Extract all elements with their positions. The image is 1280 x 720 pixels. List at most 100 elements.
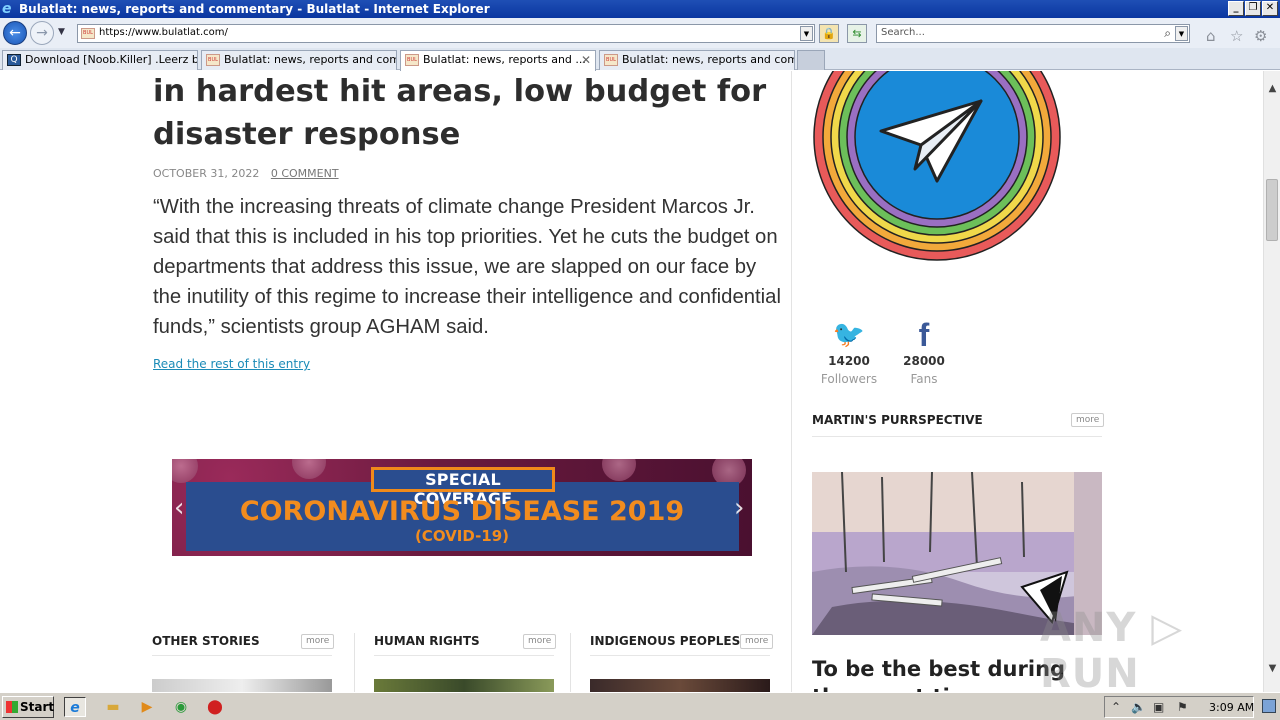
- address-dropdown-icon[interactable]: ▼: [800, 26, 813, 41]
- comment-count-link[interactable]: 0 COMMENT: [271, 167, 339, 180]
- chrome-icon[interactable]: ◉: [170, 697, 192, 717]
- start-label: Start: [20, 700, 55, 714]
- facebook-f-icon: f: [918, 317, 930, 353]
- forward-button[interactable]: →: [30, 21, 54, 45]
- story-thumbnail[interactable]: [590, 679, 770, 692]
- search-dropdown-icon[interactable]: ▼: [1175, 26, 1188, 41]
- section-title-other-stories: OTHER STORIES: [152, 634, 260, 648]
- minimize-button[interactable]: _: [1228, 1, 1244, 16]
- article-meta: OCTOBER 31, 2022 0 COMMENT: [153, 167, 339, 180]
- chevron-left-icon[interactable]: ‹: [174, 493, 184, 523]
- address-input[interactable]: BUL https://www.bulatlat.com/ ▼: [77, 24, 815, 43]
- section-title-indigenous-peoples: INDIGENOUS PEOPLES: [590, 634, 741, 648]
- windows-logo-icon: [6, 701, 18, 713]
- article-headline[interactable]: in hardest hit areas, low budget for dis…: [153, 71, 783, 156]
- section-title-human-rights: HUMAN RIGHTS: [374, 634, 480, 648]
- media-player-icon[interactable]: ▶: [136, 697, 158, 717]
- taskbar-clock[interactable]: 3:09 AM: [1209, 701, 1254, 714]
- title-bar: e Bulatlat: news, reports and commentary…: [0, 0, 1280, 18]
- facebook-label: Fans: [910, 372, 938, 386]
- chevron-right-icon[interactable]: ›: [734, 493, 744, 523]
- article-date: OCTOBER 31, 2022: [153, 167, 260, 180]
- sidebar-more-button[interactable]: more: [1071, 413, 1105, 427]
- twitter-count: 14200: [828, 354, 870, 368]
- browser-window: e Bulatlat: news, reports and commentary…: [0, 0, 1280, 720]
- tab-label: Bulatlat: news, reports and com...: [622, 53, 795, 66]
- arrow-left-icon: ←: [9, 25, 21, 41]
- read-more-link[interactable]: Read the rest of this entry: [153, 357, 310, 371]
- story-thumbnail[interactable]: [152, 679, 332, 692]
- internet-explorer-taskbar-icon[interactable]: e: [64, 697, 86, 717]
- search-placeholder: Search...: [881, 27, 925, 38]
- banner-title: CORONAVIRUS DISEASE 2019: [239, 496, 685, 527]
- volume-icon[interactable]: 🔈: [1131, 700, 1146, 714]
- section-underline: [374, 655, 554, 656]
- story-thumbnail[interactable]: [374, 679, 554, 692]
- tab-download[interactable]: Q Download [Noob.Killer] .Leerz b...: [2, 50, 198, 70]
- refresh-icon[interactable]: ⇆: [847, 24, 867, 43]
- new-tab-button[interactable]: [797, 50, 825, 70]
- virus-decoration-icon: [172, 459, 198, 483]
- tab-bulatlat-1[interactable]: BUL Bulatlat: news, reports and com...: [201, 50, 397, 70]
- virus-decoration-icon: [292, 459, 326, 479]
- more-button-human-rights[interactable]: more: [523, 634, 557, 649]
- favorites-star-icon[interactable]: ☆: [1230, 27, 1243, 45]
- tab-bulatlat-3[interactable]: BUL Bulatlat: news, reports and com...: [599, 50, 795, 70]
- site-favicon-icon: BUL: [405, 54, 419, 66]
- banner-subtitle: (COVID-19): [414, 527, 510, 545]
- section-divider: [354, 633, 355, 692]
- tab-label: Bulatlat: news, reports and com...: [224, 53, 397, 66]
- opera-icon[interactable]: ⬤: [204, 697, 226, 717]
- twitter-counter[interactable]: 🐦 14200 Followers: [814, 319, 884, 389]
- close-button[interactable]: ✕: [1262, 1, 1278, 16]
- vertical-scrollbar[interactable]: ▲ ▼: [1263, 71, 1280, 692]
- arrow-right-icon: →: [36, 25, 48, 41]
- column-divider: [791, 71, 792, 692]
- lock-icon[interactable]: 🔒: [819, 24, 839, 43]
- action-center-flag-icon[interactable]: ⚑: [1177, 700, 1188, 714]
- close-tab-icon[interactable]: ✕: [581, 51, 591, 69]
- network-icon[interactable]: ▣: [1153, 700, 1164, 714]
- back-button[interactable]: ←: [3, 21, 27, 45]
- site-favicon-icon: BUL: [604, 54, 618, 66]
- sidebar-underline: [812, 436, 1102, 437]
- history-dropdown-icon[interactable]: ▼: [58, 27, 65, 37]
- start-button[interactable]: Start: [2, 696, 54, 718]
- address-text: https://www.bulatlat.com/: [99, 27, 228, 38]
- facebook-counter[interactable]: f 28000 Fans: [889, 319, 959, 389]
- settings-gear-icon[interactable]: ⚙: [1254, 27, 1267, 45]
- search-icon[interactable]: ⌕: [1164, 26, 1171, 41]
- home-icon[interactable]: ⌂: [1206, 27, 1216, 45]
- windows-taskbar: Start e ▬ ▶ ◉ ⬤ ⌃ 🔈 ▣ ⚑ 3:09 AM: [0, 692, 1280, 720]
- site-favicon-icon: BUL: [206, 54, 220, 66]
- scrollbar-thumb[interactable]: [1266, 179, 1278, 241]
- section-divider: [570, 633, 571, 692]
- show-desktop-button[interactable]: [1262, 699, 1276, 713]
- folder-icon[interactable]: ▬: [102, 697, 124, 717]
- section-underline: [152, 655, 332, 656]
- special-coverage-banner[interactable]: SPECIAL COVERAGE CORONAVIRUS DISEASE 201…: [172, 459, 752, 556]
- window-title: Bulatlat: news, reports and commentary -…: [19, 2, 490, 16]
- more-button-other-stories[interactable]: more: [301, 634, 335, 649]
- telegram-rainbow-logo[interactable]: [813, 71, 1061, 261]
- article-excerpt: “With the increasing threats of climate …: [153, 196, 781, 338]
- tab-bulatlat-active[interactable]: BUL Bulatlat: news, reports and ... ✕: [400, 50, 596, 71]
- banner-tag: SPECIAL COVERAGE: [371, 467, 555, 508]
- tab-bar: Q Download [Noob.Killer] .Leerz b... BUL…: [0, 48, 1280, 71]
- scroll-up-icon[interactable]: ▲: [1264, 83, 1280, 97]
- search-input[interactable]: Search... ⌕ ▼: [876, 24, 1190, 43]
- restore-button[interactable]: ❐: [1245, 1, 1261, 16]
- twitter-label: Followers: [820, 372, 878, 386]
- facebook-count: 28000: [903, 354, 945, 368]
- page-content: in hardest hit areas, low budget for dis…: [0, 71, 1263, 692]
- more-button-indigenous-peoples[interactable]: more: [740, 634, 774, 649]
- tab-label: Download [Noob.Killer] .Leerz b...: [25, 53, 198, 66]
- tray-expand-icon[interactable]: ⌃: [1111, 700, 1121, 714]
- anyrun-watermark: ANY ▷ RUN: [1040, 605, 1184, 692]
- sidebar-section-title: MARTIN'S PURRSPECTIVE: [812, 413, 983, 427]
- download-page-icon: Q: [7, 54, 21, 66]
- twitter-bird-icon: 🐦: [832, 320, 866, 350]
- scroll-down-icon[interactable]: ▼: [1264, 663, 1280, 677]
- internet-explorer-icon: e: [2, 1, 12, 17]
- tab-label: Bulatlat: news, reports and ...: [423, 53, 586, 66]
